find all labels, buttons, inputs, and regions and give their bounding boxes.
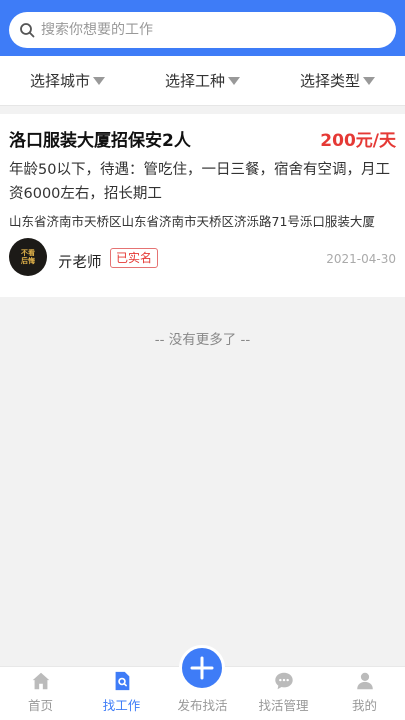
- tab-home[interactable]: 首页: [0, 667, 81, 720]
- tab-job-manage[interactable]: 找活管理: [243, 667, 324, 720]
- tab-mine-label: 我的: [351, 698, 377, 713]
- job-title: 洛口服装大厦招保安2人: [9, 131, 191, 151]
- tab-find-job-label: 找工作: [102, 698, 141, 713]
- caret-down-icon: [93, 77, 105, 85]
- caret-down-icon: [363, 77, 375, 85]
- avatar[interactable]: 不看 后悔: [9, 238, 47, 276]
- job-address: 山东省济南市天桥区山东省济南市天桥区济泺路71号泺口服装大厦: [9, 214, 375, 229]
- post-date: 2021-04-30: [326, 252, 396, 266]
- no-more-text: -- 没有更多了 --: [154, 332, 251, 348]
- user-icon: [356, 672, 373, 690]
- search-input[interactable]: [41, 22, 361, 38]
- filter-category[interactable]: 选择类型: [270, 70, 405, 91]
- plus-icon: [190, 656, 214, 680]
- filter-city[interactable]: 选择城市: [0, 70, 135, 91]
- filter-category-label: 选择类型: [299, 72, 360, 90]
- avatar-text-line-2: 后悔: [21, 257, 35, 265]
- tab-post-job-label: 发布找活: [177, 698, 228, 713]
- header-bar: [0, 0, 405, 56]
- search-icon: [20, 23, 35, 38]
- verified-badge: 已实名: [110, 248, 159, 268]
- tab-home-label: 首页: [27, 698, 53, 713]
- tab-job-manage-label: 找活管理: [258, 698, 309, 713]
- avatar-text-line-1: 不看: [21, 249, 35, 257]
- filter-city-label: 选择城市: [29, 72, 90, 90]
- tab-find-job[interactable]: 找工作: [81, 667, 162, 720]
- home-icon: [32, 672, 49, 690]
- filter-work-type-label: 选择工种: [164, 72, 225, 90]
- caret-down-icon: [228, 77, 240, 85]
- poster-name: 亓老师: [58, 255, 102, 271]
- tab-mine[interactable]: 我的: [324, 667, 405, 720]
- filter-bar: 选择城市 选择工种 选择类型: [0, 56, 405, 106]
- find-job-icon: [115, 671, 129, 691]
- post-job-fab[interactable]: [179, 645, 225, 691]
- job-card[interactable]: 洛口服装大厦招保安2人 200元/天 年龄50以下，待遇：管吃住，一日三餐，宿舍…: [0, 114, 405, 297]
- filter-work-type[interactable]: 选择工种: [135, 70, 270, 91]
- job-description: 年龄50以下，待遇：管吃住，一日三餐，宿舍有空调，月工资6000左右，招长期工: [9, 162, 390, 202]
- job-salary: 200元/天: [320, 131, 396, 151]
- chat-icon: [274, 672, 293, 690]
- search-box[interactable]: [9, 12, 396, 48]
